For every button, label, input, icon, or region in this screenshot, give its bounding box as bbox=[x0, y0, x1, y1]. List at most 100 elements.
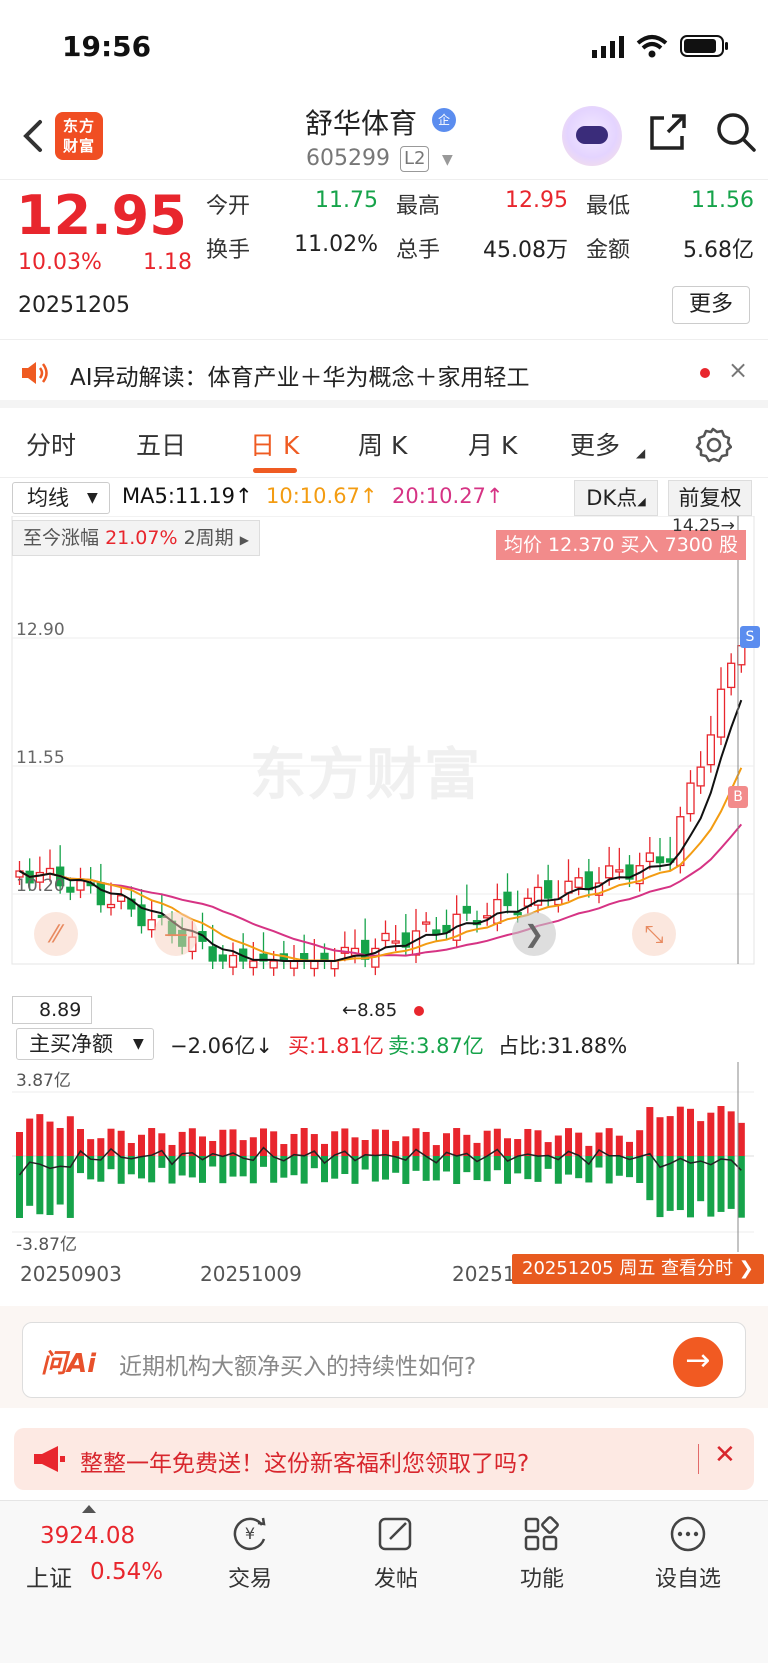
flow-buy-bar bbox=[697, 1121, 705, 1156]
more-button[interactable]: 更多 bbox=[672, 286, 750, 324]
x-date-2: 20251009 bbox=[200, 1262, 302, 1286]
index-name[interactable]: 上证 bbox=[26, 1559, 72, 1593]
y-label-3: 10.20 bbox=[16, 876, 65, 896]
search-icon[interactable] bbox=[714, 110, 758, 154]
flow-buy-value: 买:1.81亿 bbox=[288, 1034, 384, 1058]
flow-sell-bar bbox=[16, 1156, 23, 1218]
flow-buy-bar bbox=[524, 1128, 532, 1156]
flow-net-value: −2.06亿↓ bbox=[170, 1034, 273, 1058]
dropdown-caret-icon[interactable]: ▼ bbox=[442, 152, 453, 168]
candle-body bbox=[493, 898, 502, 924]
nav-post-label: 发帖 bbox=[373, 1567, 418, 1592]
flow-buy-bar bbox=[483, 1130, 491, 1156]
tab-intraday[interactable]: 分时 bbox=[26, 426, 76, 462]
flow-sell-bar bbox=[310, 1156, 318, 1169]
flow-buy-bar bbox=[656, 1117, 664, 1156]
flow-sell-bar bbox=[392, 1156, 400, 1173]
nav-watchlist[interactable]: 设自选 bbox=[638, 1513, 738, 1603]
level-badge[interactable]: L2 bbox=[400, 146, 430, 172]
fullscreen-icon[interactable]: ⤡ bbox=[632, 912, 676, 956]
flow-sell-bar bbox=[209, 1156, 217, 1167]
flow-select-label: 主买净额 bbox=[29, 1032, 113, 1056]
promo-banner[interactable]: 整整一年免费送！这份新客福利您领取了吗? ✕ bbox=[14, 1428, 754, 1490]
ai-assistant-avatar[interactable] bbox=[562, 106, 622, 166]
nav-watchlist-label: 设自选 bbox=[654, 1567, 721, 1592]
close-icon[interactable]: ✕ bbox=[714, 1440, 736, 1470]
ask-ai-logo: 问Ai bbox=[41, 1349, 97, 1379]
flow-sell-bar bbox=[697, 1156, 705, 1202]
status-bar: 19:56 bbox=[0, 0, 768, 96]
arrow-right-icon[interactable]: → bbox=[673, 1337, 723, 1387]
tab-five-day[interactable]: 五日 bbox=[136, 426, 186, 462]
zoom-in-icon[interactable]: ⁄⁄ bbox=[34, 912, 78, 956]
zoom-out-icon[interactable]: — bbox=[154, 912, 198, 956]
tab-daily-k[interactable]: 日 K bbox=[250, 426, 299, 462]
flow-sell-bar bbox=[534, 1156, 542, 1182]
flow-buy-bar bbox=[97, 1138, 105, 1156]
candle-body bbox=[208, 946, 217, 962]
flow-chart[interactable]: 3.87亿 -3.87亿 bbox=[0, 1062, 768, 1262]
stock-header: 东方 财富 舒华体育 企 605299 L2 ▼ bbox=[0, 96, 768, 180]
close-icon[interactable]: × bbox=[728, 356, 748, 384]
range-gain-box[interactable]: 至今涨幅 21.07% 2周期 ▶ bbox=[12, 520, 260, 556]
flow-buy-bar bbox=[331, 1131, 339, 1156]
flow-buy-bar bbox=[66, 1116, 74, 1156]
candle-body bbox=[391, 940, 400, 944]
back-icon[interactable] bbox=[18, 116, 48, 156]
gear-icon[interactable] bbox=[694, 426, 732, 464]
chevron-down-icon: ▼ bbox=[87, 490, 98, 506]
candle-body bbox=[605, 865, 614, 879]
index-value[interactable]: 3924.08 bbox=[40, 1523, 135, 1549]
candle-body bbox=[584, 871, 593, 891]
promo-text: 整整一年免费送！这份新客福利您领取了吗? bbox=[80, 1451, 530, 1477]
view-intraday-tip[interactable]: 20251205 周五 查看分时 ❯ bbox=[512, 1254, 764, 1284]
flow-indicator-select[interactable]: 主买净额 ▼ bbox=[16, 1028, 154, 1060]
tab-more[interactable]: 更多 bbox=[570, 426, 620, 462]
nav-trade[interactable]: ¥ 交易 bbox=[200, 1513, 300, 1603]
nav-functions[interactable]: 功能 bbox=[492, 1513, 592, 1603]
flow-sell-bar bbox=[443, 1156, 450, 1172]
flow-buy-bar bbox=[138, 1134, 145, 1156]
kline-chart[interactable]: 东方财富 至今涨幅 21.07% 2周期 ▶ 均价 12.370 买入 7300… bbox=[0, 516, 768, 1024]
change-amount: 1.18 bbox=[143, 250, 192, 275]
tab-monthly-k[interactable]: 月 K bbox=[468, 426, 517, 462]
flow-sell-bar bbox=[575, 1156, 583, 1179]
indicator-select[interactable]: 均线 ▼ bbox=[12, 482, 110, 514]
flow-buy-bar bbox=[36, 1114, 44, 1156]
turnover-value: 11.02% bbox=[294, 232, 378, 257]
bottom-nav: 3924.08 上证 0.54% ¥ 交易 发帖 功能 设自选 bbox=[0, 1500, 768, 1663]
more-dots-icon bbox=[670, 1516, 706, 1552]
turnover-label: 换手 bbox=[206, 238, 251, 263]
ask-ai-box[interactable]: 问Ai 近期机构大额净买入的持续性如何? → bbox=[22, 1322, 746, 1398]
candle-body bbox=[228, 954, 238, 968]
flow-buy-bar bbox=[392, 1141, 400, 1156]
candle-body bbox=[310, 960, 319, 970]
flow-buy-bar bbox=[270, 1131, 278, 1156]
high-value: 12.95 bbox=[505, 188, 568, 213]
candle-body bbox=[249, 960, 258, 969]
flow-buy-bar bbox=[504, 1138, 511, 1156]
low-value: 11.56 bbox=[691, 188, 754, 213]
share-icon[interactable] bbox=[646, 110, 690, 154]
app-logo[interactable]: 东方 财富 bbox=[55, 112, 103, 160]
wifi-icon bbox=[636, 35, 668, 58]
candle-body bbox=[645, 852, 654, 863]
candle-body bbox=[615, 869, 624, 873]
chevron-right-icon[interactable]: ❯ bbox=[512, 912, 556, 956]
flow-sell-bar bbox=[493, 1156, 501, 1171]
nav-post[interactable]: 发帖 bbox=[346, 1513, 446, 1603]
volume-label: 总手 bbox=[396, 238, 441, 263]
volume-value: 45.08万 bbox=[483, 238, 568, 263]
ai-insight-bar[interactable]: AI异动解读：体育产业＋华为概念＋家用轻工 × bbox=[0, 340, 768, 408]
flow-buy-bar bbox=[676, 1106, 684, 1156]
dk-point-button[interactable]: DK点◢ bbox=[574, 480, 658, 516]
flow-sell-bar bbox=[453, 1156, 461, 1184]
tab-weekly-k[interactable]: 周 K bbox=[358, 426, 407, 462]
ma-legend-row: 均线 ▼ MA5:11.19↑ 10:10.67↑ 20:10.27↑ DK点◢… bbox=[0, 478, 768, 516]
candle-body bbox=[66, 886, 75, 893]
caret-up-icon[interactable] bbox=[82, 1505, 96, 1513]
adjustment-button[interactable]: 前复权 bbox=[668, 480, 752, 516]
flow-sell-value: 卖:3.87亿 bbox=[388, 1034, 484, 1058]
speaker-icon bbox=[22, 362, 48, 384]
index-percent[interactable]: 0.54% bbox=[90, 1559, 163, 1585]
